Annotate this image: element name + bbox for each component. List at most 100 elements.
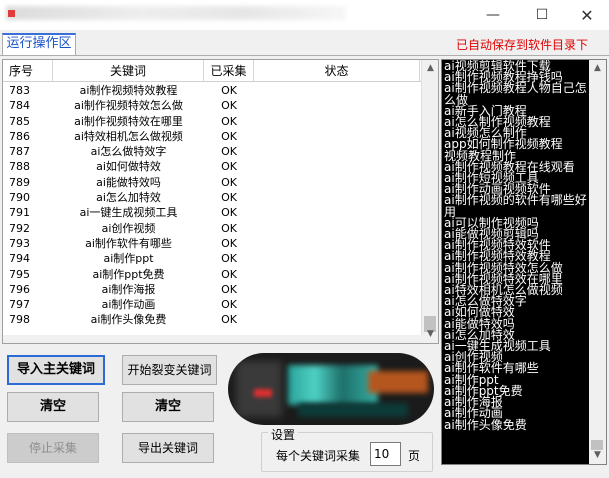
row-collected-cell: OK xyxy=(221,267,237,281)
row-status-cell xyxy=(254,175,420,190)
row-collected-cell: OK xyxy=(221,236,237,250)
row-status-cell xyxy=(254,98,420,113)
row-number-cell: 787 xyxy=(9,145,30,159)
table-row[interactable]: 794 ai制作ppt OK xyxy=(3,251,422,266)
pages-per-keyword-label: 每个关键词采集 xyxy=(276,449,361,463)
log-scroll-down-arrow-icon[interactable]: ▼ xyxy=(589,447,606,464)
clear-right-button[interactable]: 清空 xyxy=(122,392,214,422)
settings-title: 设置 xyxy=(268,426,299,443)
row-keyword-cell: ai制作动画 xyxy=(101,298,156,312)
row-collected-cell: OK xyxy=(221,145,237,159)
column-header-keyword[interactable]: 关键词 xyxy=(53,60,204,81)
close-button[interactable]: ✕ xyxy=(564,0,609,30)
row-keyword-cell: ai制作海报 xyxy=(101,282,156,296)
row-collected-cell: OK xyxy=(221,313,237,327)
row-status-cell xyxy=(254,297,420,312)
row-number-cell: 783 xyxy=(9,84,30,97)
table-row[interactable]: 791 ai一键生成视频工具 OK xyxy=(3,205,422,220)
column-header-no[interactable]: 序号 xyxy=(3,60,53,81)
clear-left-button[interactable]: 清空 xyxy=(7,392,99,422)
table-row[interactable]: 786 ai特效相机怎么做视频 OK xyxy=(3,129,422,144)
table-row[interactable]: 790 ai怎么加特效 OK xyxy=(3,190,422,205)
table-row[interactable]: 797 ai制作动画 OK xyxy=(3,297,422,312)
log-vertical-scrollbar[interactable]: ▲ ▼ xyxy=(589,60,606,464)
table-row[interactable]: 793 ai制作软件有哪些 OK xyxy=(3,236,422,251)
table-header: 序号 关键词 已采集 状态 xyxy=(3,60,438,82)
minimize-button[interactable]: — xyxy=(470,0,516,30)
row-keyword-cell: ai如何做特效 xyxy=(96,160,161,174)
row-keyword-cell: ai制作ppt免费 xyxy=(92,267,165,281)
row-status-cell xyxy=(254,221,420,236)
row-status-cell xyxy=(254,129,420,144)
table-row[interactable]: 787 ai怎么做特效字 OK xyxy=(3,144,422,159)
row-collected-cell: OK xyxy=(221,252,237,266)
row-status-cell xyxy=(254,114,420,129)
autosave-notice: 已自动保存到软件目录下 xyxy=(456,38,589,52)
row-keyword-cell: ai特效相机怎么做视频 xyxy=(74,129,183,143)
row-number-cell: 797 xyxy=(9,298,30,312)
row-keyword-cell: ai一键生成视频工具 xyxy=(79,206,178,220)
table-row[interactable]: 792 ai创作视频 OK xyxy=(3,221,422,236)
row-number-cell: 794 xyxy=(9,252,30,266)
table-row[interactable]: 788 ai如何做特效 OK xyxy=(3,159,422,174)
maximize-button[interactable]: ☐ xyxy=(519,0,565,30)
tab-run-operations[interactable]: 运行操作区 xyxy=(2,33,76,55)
log-output-panel[interactable]: ai视频剪辑软件下载 ai制作视频教程挣钱吗 ai制作视频教程人物自己怎么做 ai新手… xyxy=(441,59,607,465)
row-keyword-cell: ai创作视频 xyxy=(101,221,156,235)
pages-unit-label: 页 xyxy=(408,449,421,463)
row-collected-cell: OK xyxy=(221,129,237,143)
table-vertical-scrollbar[interactable]: ▲ ▼ xyxy=(421,60,438,343)
table-row[interactable]: 798 ai制作头像免费 OK xyxy=(3,312,422,327)
start-split-keywords-button[interactable]: 开始裂变关键词 xyxy=(122,355,217,385)
row-collected-cell: OK xyxy=(221,84,237,97)
row-number-cell: 785 xyxy=(9,114,30,128)
row-status-cell xyxy=(254,312,420,327)
row-collected-cell: OK xyxy=(221,175,237,189)
row-keyword-cell: ai怎么加特效 xyxy=(96,191,161,205)
row-keyword-cell: ai制作视频特效教程 xyxy=(79,84,178,97)
row-number-cell: 798 xyxy=(9,313,30,327)
table-horizontal-scrollbar[interactable] xyxy=(3,335,422,343)
import-keywords-button[interactable]: 导入主关键词 xyxy=(7,355,105,385)
table-row[interactable]: 785 ai制作视频特效在哪里 OK xyxy=(3,114,422,129)
table-row[interactable]: 783 ai制作视频特效教程 OK xyxy=(3,83,422,98)
row-collected-cell: OK xyxy=(221,282,237,296)
log-lines: ai视频剪辑软件下载 ai制作视频教程挣钱吗 ai制作视频教程人物自己怎么做 ai新手… xyxy=(444,60,590,432)
column-header-collected[interactable]: 已采集 xyxy=(204,60,254,81)
pages-per-keyword-input[interactable]: 10 xyxy=(370,442,401,466)
window-title-blurred xyxy=(6,6,346,20)
table-row[interactable]: 796 ai制作海报 OK xyxy=(3,282,422,297)
table-row[interactable]: 795 ai制作ppt免费 OK xyxy=(3,267,422,282)
stop-collect-button[interactable]: 停止采集 xyxy=(7,433,99,463)
row-status-cell xyxy=(254,205,420,220)
row-status-cell xyxy=(254,144,420,159)
scroll-up-arrow-icon[interactable]: ▲ xyxy=(422,60,438,77)
row-keyword-cell: ai能做特效吗 xyxy=(96,175,161,189)
row-status-cell xyxy=(254,190,420,205)
row-number-cell: 795 xyxy=(9,267,30,281)
table-body: 783 ai制作视频特效教程 OK 784 ai制作视频特效怎么做 OK 785 ai制作视频… xyxy=(3,83,422,328)
row-number-cell: 796 xyxy=(9,282,30,296)
tab-divider xyxy=(0,55,609,56)
scroll-down-arrow-icon[interactable]: ▼ xyxy=(422,326,438,343)
table-row[interactable]: 789 ai能做特效吗 OK xyxy=(3,175,422,190)
column-header-status[interactable]: 状态 xyxy=(254,60,420,81)
row-number-cell: 793 xyxy=(9,236,30,250)
log-scroll-up-arrow-icon[interactable]: ▲ xyxy=(589,60,606,77)
row-collected-cell: OK xyxy=(221,298,237,312)
export-keywords-button[interactable]: 导出关键词 xyxy=(122,433,214,463)
row-status-cell xyxy=(254,267,420,282)
row-number-cell: 786 xyxy=(9,129,30,143)
row-status-cell xyxy=(254,159,420,174)
row-keyword-cell: ai怎么做特效字 xyxy=(90,145,167,159)
row-collected-cell: OK xyxy=(221,99,237,113)
keyword-table[interactable]: 序号 关键词 已采集 状态 783 ai制作视频特效教程 OK 784 ai制作视频特效… xyxy=(2,59,439,344)
row-keyword-cell: ai制作视频特效怎么做 xyxy=(74,99,183,113)
row-collected-cell: OK xyxy=(221,160,237,174)
row-collected-cell: OK xyxy=(221,114,237,128)
row-collected-cell: OK xyxy=(221,206,237,220)
row-number-cell: 792 xyxy=(9,221,30,235)
row-keyword-cell: ai制作视频特效在哪里 xyxy=(74,114,183,128)
table-row[interactable]: 784 ai制作视频特效怎么做 OK xyxy=(3,98,422,113)
log-line: ai制作头像免费 xyxy=(444,417,527,432)
